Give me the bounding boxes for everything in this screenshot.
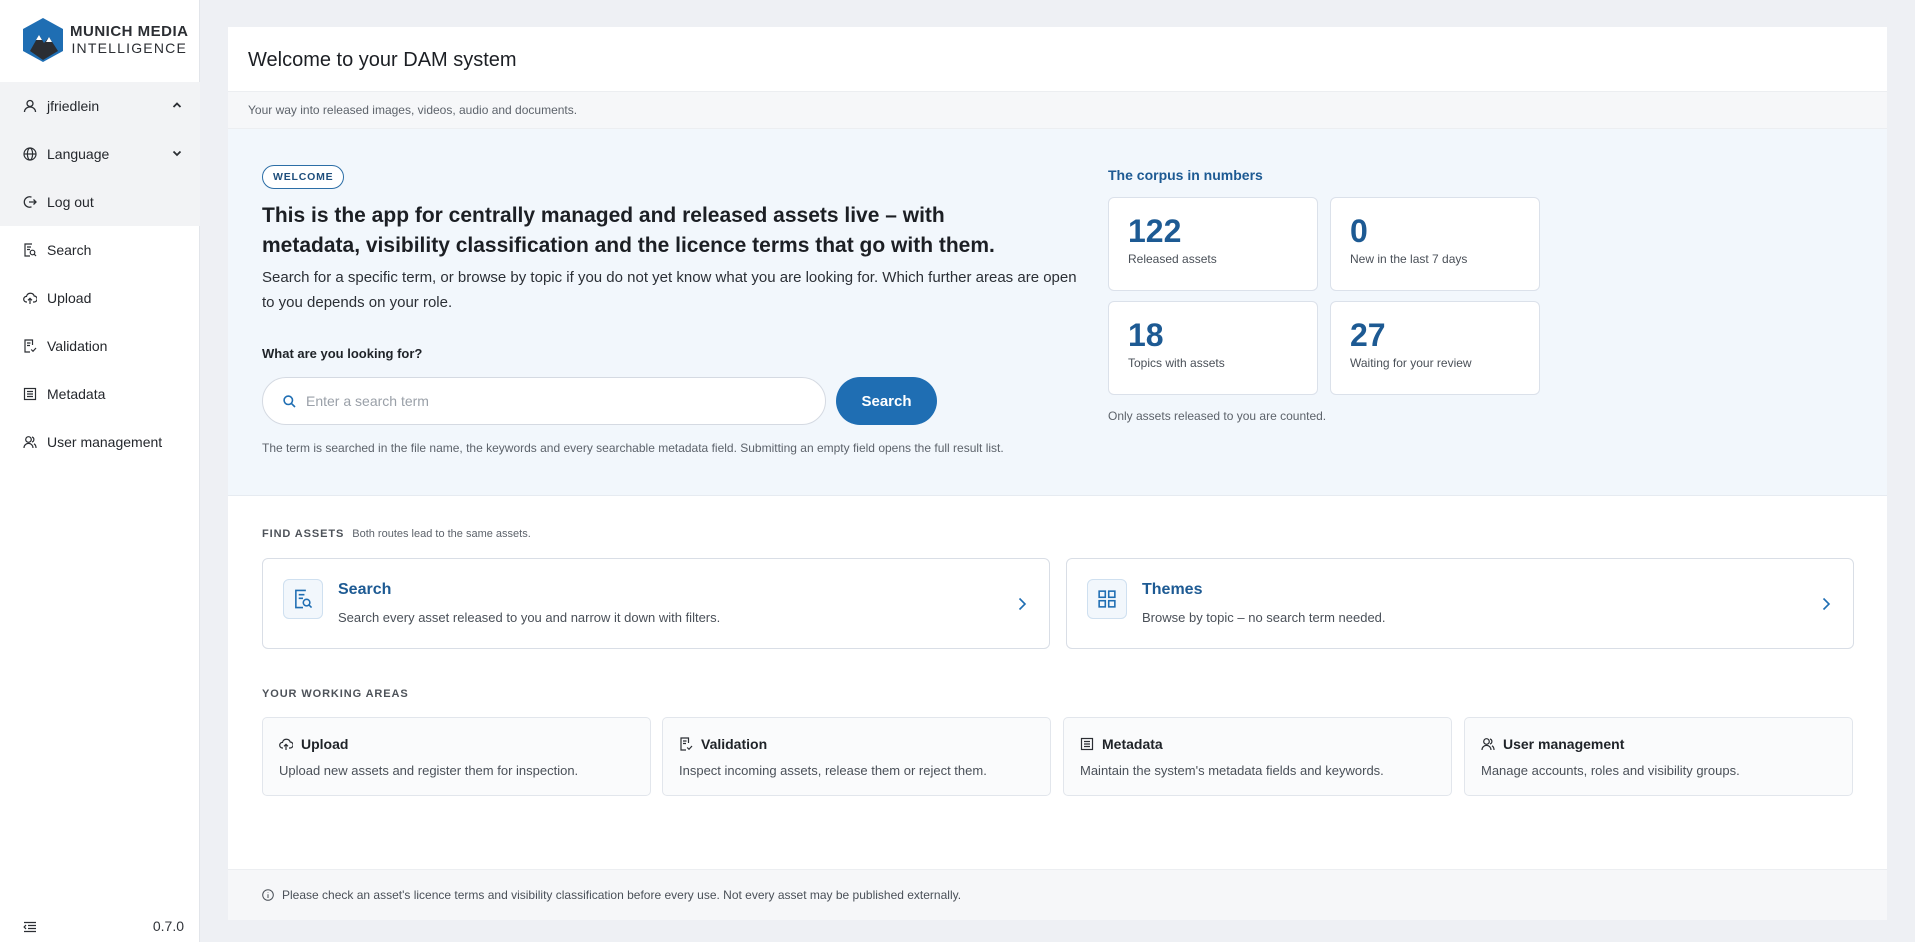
search-hint: The term is searched in the file name, t…	[262, 441, 1004, 455]
stat-label: Released assets	[1128, 252, 1217, 266]
brand-logo[interactable]: MUNICH MEDIA INTELLIGENCE	[22, 17, 189, 63]
sidebar-item-upload[interactable]: Upload	[0, 274, 200, 322]
licence-notice: Please check an asset's licence terms an…	[228, 869, 1887, 920]
notice-text: Please check an asset's licence terms an…	[282, 888, 962, 902]
sidebar-item-logout[interactable]: Log out	[0, 178, 200, 226]
route-title: Search	[338, 581, 392, 598]
page-subtitle: Your way into released images, videos, a…	[228, 91, 1887, 129]
users-icon	[1481, 737, 1495, 751]
hero-description: Search for a specific term, or browse by…	[262, 269, 1077, 311]
work-card-description: Maintain the system's metadata fields an…	[1080, 763, 1384, 778]
sidebar-item-metadata[interactable]: Metadata	[0, 370, 200, 418]
page-header: Welcome to your DAM system	[228, 27, 1887, 91]
work-card-description: Inspect incoming assets, release them or…	[679, 763, 987, 778]
cloud-upload-icon	[279, 737, 293, 751]
work-card-title: Validation	[701, 736, 768, 752]
sidebar-item-label: Metadata	[47, 386, 106, 402]
work-card-description: Manage accounts, roles and visibility gr…	[1481, 763, 1740, 778]
page-title: Welcome to your DAM system	[248, 49, 517, 71]
work-card-title: User management	[1503, 736, 1625, 752]
corpus-title: The corpus in numbers	[1108, 167, 1263, 183]
route-description: Search every asset released to you and n…	[338, 610, 721, 625]
work-card-title: Upload	[301, 736, 349, 752]
collapse-sidebar-icon[interactable]	[23, 921, 37, 933]
stat-card-new: 0 New in the last 7 days	[1330, 197, 1540, 291]
sidebar-item-label: Search	[47, 242, 92, 258]
check-doc-icon	[23, 339, 37, 353]
sidebar-footer: 0.7.0	[0, 905, 200, 942]
stat-label: New in the last 7 days	[1350, 252, 1468, 266]
logout-icon	[23, 195, 37, 209]
work-card-validation[interactable]: Validation Inspect incoming assets, rele…	[662, 717, 1051, 796]
info-icon	[262, 889, 274, 901]
sidebar-item-user-management[interactable]: User management	[0, 418, 200, 466]
chevron-down-icon	[172, 150, 182, 157]
corpus-note: Only assets released to you are counted.	[1108, 409, 1327, 423]
stat-card-topics: 18 Topics with assets	[1108, 301, 1318, 395]
grid-icon	[1087, 579, 1127, 619]
route-card-themes[interactable]: Themes Browse by topic – no search term …	[1066, 558, 1854, 649]
user-icon	[23, 99, 37, 113]
work-card-user-management[interactable]: User management Manage accounts, roles a…	[1464, 717, 1853, 796]
search-doc-icon	[283, 579, 323, 619]
section-title: FIND ASSETS	[262, 528, 345, 540]
app-version: 0.7.0	[152, 918, 184, 934]
list-doc-icon	[23, 387, 37, 401]
work-card-metadata[interactable]: Metadata Maintain the system's metadata …	[1063, 717, 1452, 796]
stat-card-review: 27 Waiting for your review	[1330, 301, 1540, 395]
stat-value: 0	[1350, 213, 1368, 249]
search-doc-icon	[23, 243, 37, 257]
sidebar-item-label: jfriedlein	[47, 98, 100, 114]
work-card-description: Upload new assets and register them for …	[279, 763, 579, 778]
sidebar-item-language[interactable]: Language	[0, 130, 200, 178]
route-title: Themes	[1142, 581, 1203, 598]
sidebar: MUNICH MEDIA INTELLIGENCE jfriedlein Lan…	[0, 0, 200, 942]
route-description: Browse by topic – no search term needed.	[1142, 610, 1386, 625]
logo-mark-icon	[23, 18, 63, 62]
stat-value: 27	[1350, 317, 1386, 353]
stat-value: 122	[1128, 213, 1182, 249]
sidebar-item-label: Upload	[47, 290, 92, 306]
search-field[interactable]	[262, 377, 826, 425]
sidebar-item-label: Validation	[47, 338, 108, 354]
brand-name-line1: MUNICH MEDIA	[70, 23, 189, 40]
stat-label: Waiting for your review	[1350, 356, 1472, 370]
sidebar-item-validation[interactable]: Validation	[0, 322, 200, 370]
main-panel: Welcome to your DAM system Your way into…	[228, 27, 1887, 920]
work-card-upload[interactable]: Upload Upload new assets and register th…	[262, 717, 651, 796]
stat-value: 18	[1128, 317, 1164, 353]
chevron-right-icon	[1018, 597, 1027, 611]
main-nav: Search Upload Validation Metadata User m…	[0, 226, 200, 466]
check-doc-icon	[679, 737, 693, 751]
list-doc-icon	[1080, 737, 1094, 751]
stat-label: Topics with assets	[1128, 356, 1225, 370]
find-assets-heading: FIND ASSETS Both routes lead to the same …	[262, 528, 531, 540]
search-icon	[283, 394, 296, 408]
section-subtitle: Both routes lead to the same assets.	[352, 528, 531, 540]
route-card-search[interactable]: Search Search every asset released to yo…	[262, 558, 1050, 649]
working-areas-heading: YOUR WORKING AREAS	[262, 688, 417, 700]
stat-card-released: 122 Released assets	[1108, 197, 1318, 291]
hero-title: This is the app for centrally managed an…	[262, 204, 995, 257]
globe-icon	[23, 147, 37, 161]
chevron-up-icon	[172, 102, 182, 108]
welcome-hero: WELCOME This is the app for centrally ma…	[228, 129, 1887, 496]
welcome-badge: WELCOME	[262, 165, 345, 189]
work-card-title: Metadata	[1102, 736, 1163, 752]
sidebar-item-label: Language	[47, 146, 110, 162]
sidebar-item-search[interactable]: Search	[0, 226, 200, 274]
search-input[interactable]	[306, 393, 786, 409]
users-icon	[23, 435, 37, 449]
section-title: YOUR WORKING AREAS	[262, 688, 409, 700]
account-nav: jfriedlein Language Log out	[0, 82, 200, 226]
cloud-upload-icon	[23, 291, 37, 305]
sidebar-item-label: User management	[47, 434, 163, 450]
chevron-right-icon	[1822, 597, 1831, 611]
sidebar-item-user[interactable]: jfriedlein	[0, 82, 200, 130]
sidebar-item-label: Log out	[47, 194, 94, 210]
search-label: What are you looking for?	[262, 346, 423, 361]
search-button[interactable]: Search	[836, 377, 937, 425]
brand-name-line2: INTELLIGENCE	[71, 40, 188, 56]
